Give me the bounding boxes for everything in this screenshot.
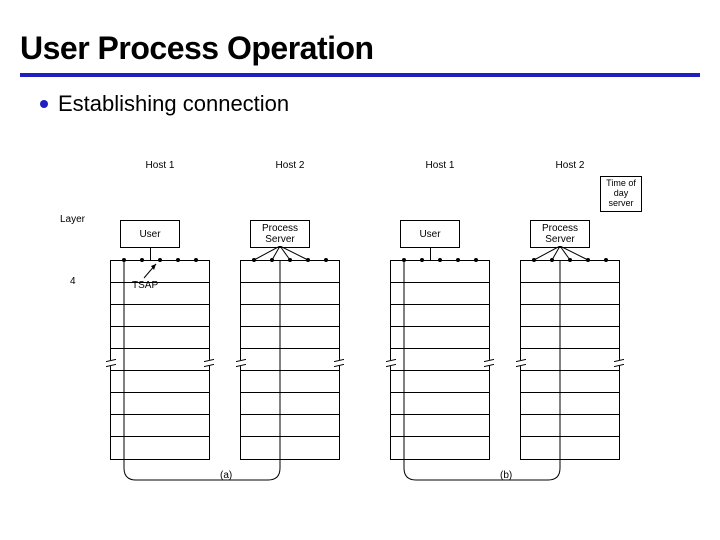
diagram-area: Host 1 Host 2 Host 1 Host 2 Time of day … [60, 160, 680, 500]
layer-number-4: 4 [70, 276, 76, 287]
user-box-a: User [120, 220, 180, 248]
host-label-2b: Host 2 [540, 160, 600, 171]
connection-path-a [110, 258, 350, 488]
figure-label-b: (b) [500, 470, 512, 481]
connection-path-b [390, 258, 630, 488]
user-box-b: User [400, 220, 460, 248]
process-server-box-b: Process Server [530, 220, 590, 248]
process-server-box-a: Process Server [250, 220, 310, 248]
bullet-dot-icon [40, 100, 48, 108]
host-label-1a: Host 1 [130, 160, 190, 171]
figure-label-a: (a) [220, 470, 232, 481]
host-label-2a: Host 2 [260, 160, 320, 171]
title-underline [20, 73, 700, 77]
bullet-text: Establishing connection [58, 91, 289, 117]
layer-label: Layer [60, 214, 85, 225]
bullet-item: Establishing connection [0, 91, 720, 117]
page-title: User Process Operation [0, 0, 720, 73]
time-of-day-box: Time of day server [600, 176, 642, 212]
host-label-1b: Host 1 [410, 160, 470, 171]
